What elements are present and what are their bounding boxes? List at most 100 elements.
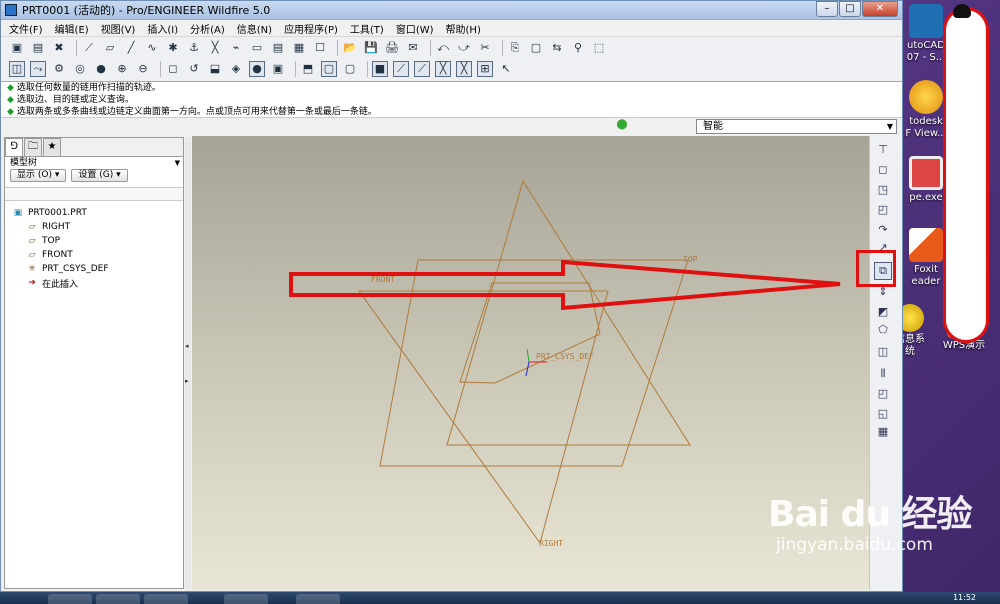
toolbar-button-8[interactable]: ◻ (165, 61, 181, 77)
taskbar-item[interactable] (224, 594, 268, 604)
settings-button[interactable]: 设置 (G) ▾ (71, 169, 128, 182)
toolbar-button-11[interactable]: ⌁ (228, 40, 244, 56)
menu-applications[interactable]: 应用程序(P) (284, 21, 338, 36)
menu-window[interactable]: 窗口(W) (396, 21, 434, 36)
toolbar-button-1[interactable]: ◫ (9, 60, 25, 77)
minimize-button[interactable]: – (816, 1, 838, 17)
menu-view[interactable]: 视图(V) (101, 21, 136, 36)
toolbar-button-19[interactable]: ⟋ (414, 60, 430, 77)
feature-tool-10[interactable]: ⬠ (875, 322, 891, 338)
chevron-down-icon[interactable]: ▼ (175, 157, 180, 169)
toolbar-button-25[interactable]: ⇆ (549, 40, 565, 56)
toolbar-button-1[interactable]: ▣ (9, 40, 25, 56)
toolbar-button-12[interactable]: ▭ (249, 40, 265, 56)
feature-tool-13[interactable]: ◰ (875, 386, 891, 402)
tree-item-root[interactable]: ▣ PRT0001.PRT (5, 206, 183, 220)
toolbar-button-4[interactable]: ⟋ (81, 40, 97, 56)
toolbar-button-16[interactable]: 📂 (342, 40, 358, 56)
toolbar-button-26[interactable]: ⚲ (570, 40, 586, 56)
toolbar-button-19[interactable]: ✉ (405, 40, 421, 56)
feature-tool-2[interactable]: ◻ (875, 162, 891, 178)
tree-item-csys[interactable]: ✳ PRT_CSYS_DEF (5, 262, 183, 276)
feature-tool-3[interactable]: ◳ (875, 182, 891, 198)
toolbar-button-27[interactable]: ⬚ (591, 40, 607, 56)
toolbar-button-24[interactable]: ▢ (528, 40, 544, 56)
toolbar-button-12[interactable]: ● (249, 60, 265, 77)
toolbar-button-16[interactable]: ▢ (342, 61, 358, 77)
toolbar-button-21[interactable]: ⤻ (456, 40, 472, 56)
feature-tool-5[interactable]: ↷ (875, 222, 891, 238)
toolbar-button-7[interactable]: ⊖ (135, 61, 151, 77)
toolbar-button-2[interactable]: ▤ (30, 40, 46, 56)
taskbar-item[interactable] (48, 594, 92, 604)
tree-item-right[interactable]: ▱ RIGHT (5, 220, 183, 234)
collapse-left-icon[interactable]: ◂ (185, 342, 189, 350)
close-button[interactable]: ✕ (862, 1, 898, 17)
toolbar-button-22[interactable]: ⊞ (477, 60, 493, 77)
menu-help[interactable]: 帮助(H) (446, 21, 481, 36)
tree-item-insert-here[interactable]: ➜ 在此插入 (5, 276, 183, 290)
toolbar-button-7[interactable]: ∿ (144, 40, 160, 56)
navigator-splitter[interactable]: ◂ ▸ (185, 137, 191, 589)
toolbar-button-3[interactable]: ⚙ (51, 61, 67, 77)
toolbar-button-13[interactable]: ▤ (270, 40, 286, 56)
tab-model-tree[interactable]: ⅁ (5, 138, 23, 156)
expand-right-icon[interactable]: ▸ (185, 377, 189, 385)
menu-insert[interactable]: 插入(I) (147, 21, 178, 36)
toolbar-button-10[interactable]: ╳ (207, 40, 223, 56)
tab-folder-browser[interactable]: 🗀 (24, 138, 42, 156)
feature-tool-9[interactable]: ◩ (875, 304, 891, 320)
toolbar-button-8[interactable]: ✱ (165, 40, 181, 56)
toolbar-button-4[interactable]: ◎ (72, 61, 88, 77)
toolbar-button-6[interactable]: ⊕ (114, 61, 130, 77)
tree-item-front[interactable]: ▱ FRONT (5, 248, 183, 262)
toolbar-button-20[interactable]: ╳ (435, 60, 451, 77)
feature-tool-12[interactable]: ⫴ (875, 366, 891, 382)
taskbar-item[interactable] (96, 594, 140, 604)
toolbar-button-20[interactable]: ⤺ (435, 40, 451, 56)
menu-analysis[interactable]: 分析(A) (190, 21, 225, 36)
feature-tool-1[interactable]: ⊤ (875, 142, 891, 158)
toolbar-button-21[interactable]: ╳ (456, 60, 472, 77)
toolbar-button-15[interactable]: ▢ (321, 60, 337, 77)
toolbar-button-9[interactable]: ⚓ (186, 40, 202, 56)
toolbar-button-9[interactable]: ↺ (186, 61, 202, 77)
maximize-button[interactable]: □ (839, 1, 861, 17)
show-button[interactable]: 显示 (O) ▾ (10, 169, 67, 182)
feature-tool-4[interactable]: ◰ (875, 202, 891, 218)
feature-tool-14[interactable]: ◱ (875, 406, 891, 422)
toolbar-button-2[interactable]: ⤳ (30, 60, 46, 77)
toolbar-button-15[interactable]: ☐ (312, 40, 328, 56)
menu-tools[interactable]: 工具(T) (350, 21, 384, 36)
toolbar-button-23[interactable]: ⎘ (507, 40, 523, 56)
toolbar-button-5[interactable]: ● (93, 61, 109, 77)
toolbar-button-3[interactable]: ✖ (51, 40, 67, 56)
title-bar[interactable]: PRT0001 (活动的) - Pro/ENGINEER Wildfire 5.… (1, 1, 902, 20)
toolbar-button-14[interactable]: ▦ (291, 40, 307, 56)
taskbar-item[interactable] (144, 594, 188, 604)
selection-filter-select[interactable]: 智能 ▼ (696, 119, 897, 134)
feature-tool-15[interactable]: ▦ (875, 424, 891, 440)
toolbar-button-22[interactable]: ✂ (477, 40, 493, 56)
toolbar-button-11[interactable]: ◈ (228, 61, 244, 77)
tree-item-top[interactable]: ▱ TOP (5, 234, 183, 248)
toolbar-button-17[interactable]: ■ (372, 60, 388, 77)
traffic-light-icon[interactable]: ⬤ (615, 119, 629, 133)
toolbar-button-17[interactable]: 💾 (363, 40, 379, 56)
menu-file[interactable]: 文件(F) (9, 21, 43, 36)
datum-plane-front[interactable] (459, 282, 601, 384)
datum-plane-right-bottom[interactable] (358, 290, 609, 545)
toolbar-button-18[interactable]: ⟋ (393, 60, 409, 77)
toolbar-button-13[interactable]: ▣ (270, 61, 286, 77)
menu-info[interactable]: 信息(N) (237, 21, 272, 36)
datum-plane-right-top[interactable] (446, 179, 691, 446)
toolbar-button-10[interactable]: ⬓ (207, 61, 223, 77)
toolbar-button-5[interactable]: ▱ (102, 40, 118, 56)
tab-favorites[interactable]: ★ (43, 138, 61, 156)
toolbar-button-23[interactable]: ↖ (498, 61, 514, 77)
taskbar-item[interactable] (296, 594, 340, 604)
menu-edit[interactable]: 编辑(E) (55, 21, 89, 36)
toolbar-button-14[interactable]: ⬒ (300, 61, 316, 77)
feature-tool-11[interactable]: ◫ (875, 344, 891, 360)
toolbar-button-18[interactable]: 🖨 (384, 40, 400, 56)
